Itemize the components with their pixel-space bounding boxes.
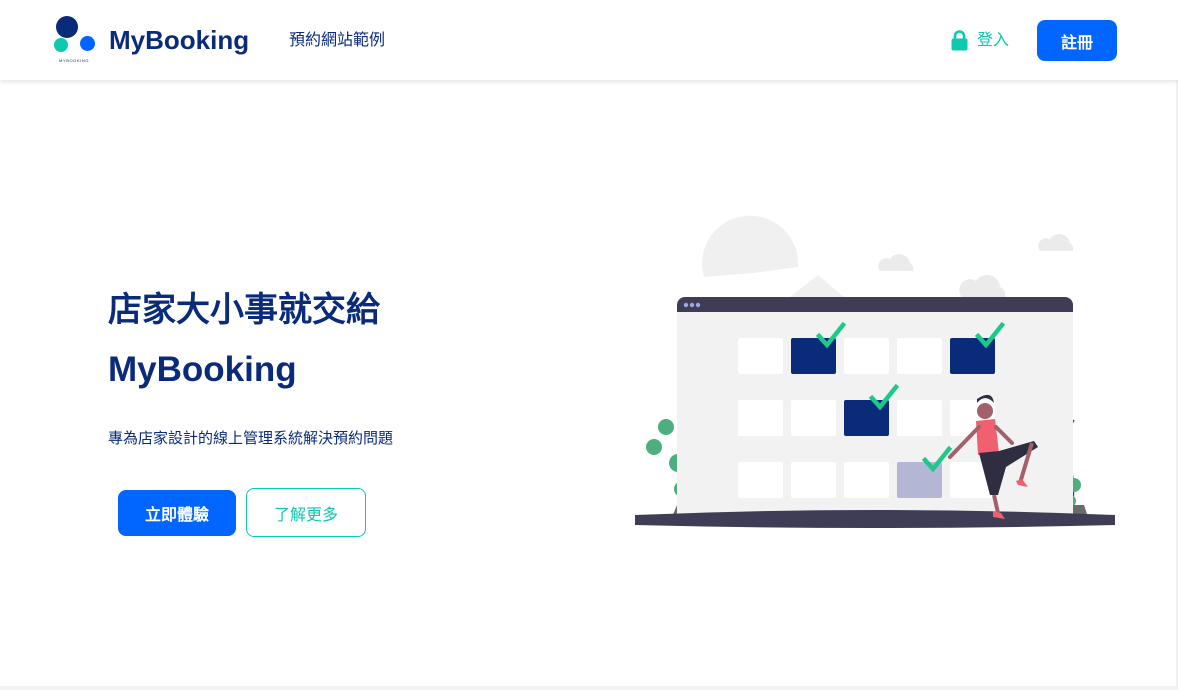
calendar-title-bar: [677, 297, 1073, 312]
woman-head: [977, 403, 993, 419]
learn-more-button[interactable]: 了解更多: [246, 488, 366, 537]
try-now-button[interactable]: 立即體驗: [118, 490, 236, 536]
cloud-icon: [878, 254, 914, 271]
left-plant-leaf: [646, 439, 662, 455]
background-decor: [702, 215, 1074, 299]
cloud-icon: [959, 274, 1006, 299]
hero-title-line1: 店家大小事就交給: [108, 290, 380, 330]
login-label: 登入: [977, 30, 1010, 49]
login-link[interactable]: 登入: [951, 29, 1009, 51]
page-bottom-divider: [0, 686, 1178, 690]
hero-title-line2: MyBooking: [108, 350, 297, 389]
brand-name[interactable]: MyBooking: [109, 24, 249, 56]
calendar-board: [635, 297, 1115, 528]
logo-small-text: MYBOOKING: [59, 58, 90, 63]
background-half-circle: [702, 215, 799, 277]
window-dot: [689, 302, 695, 308]
hero-subtitle: 專為店家設計的線上管理系統解決預約問題: [108, 429, 394, 447]
calendar-booking-illustration: [635, 215, 1115, 528]
signup-button[interactable]: 註冊: [1037, 20, 1117, 61]
mybooking-logo[interactable]: MYBOOKING: [54, 16, 96, 64]
calendar-cell-empty: [844, 338, 889, 374]
calendar-cell-empty: [897, 400, 942, 436]
woman-shirt: [976, 419, 999, 455]
logo-dot-blue: [80, 36, 95, 51]
calendar-cell-empty: [791, 400, 836, 436]
background-triangle: [790, 275, 844, 297]
cloud-icon: [1038, 234, 1074, 251]
lock-icon: [951, 29, 968, 50]
calendar-cell-empty: [897, 338, 942, 374]
calendar-cell-empty: [738, 462, 783, 498]
calendar-cell-empty: [738, 400, 783, 436]
hero-title: 店家大小事就交給 MyBooking: [108, 280, 380, 400]
page: MYBOOKING MyBooking 預約網站範例 登入 註冊 店家大小事就交…: [0, 0, 1178, 690]
window-dot: [683, 302, 689, 308]
calendar-cell-empty: [844, 462, 889, 498]
top-navbar: MYBOOKING MyBooking 預約網站範例 登入 註冊: [0, 0, 1178, 80]
nav-booking-examples-link[interactable]: 預約網站範例: [289, 30, 385, 50]
calendar-cell-empty: [791, 462, 836, 498]
logo-dot-navy: [56, 16, 78, 38]
calendar-cell-empty: [738, 338, 783, 374]
floor-shelf: [635, 510, 1115, 528]
left-plant-leaf: [658, 419, 674, 435]
window-dot: [695, 302, 701, 308]
logo-dot-teal: [54, 38, 68, 52]
